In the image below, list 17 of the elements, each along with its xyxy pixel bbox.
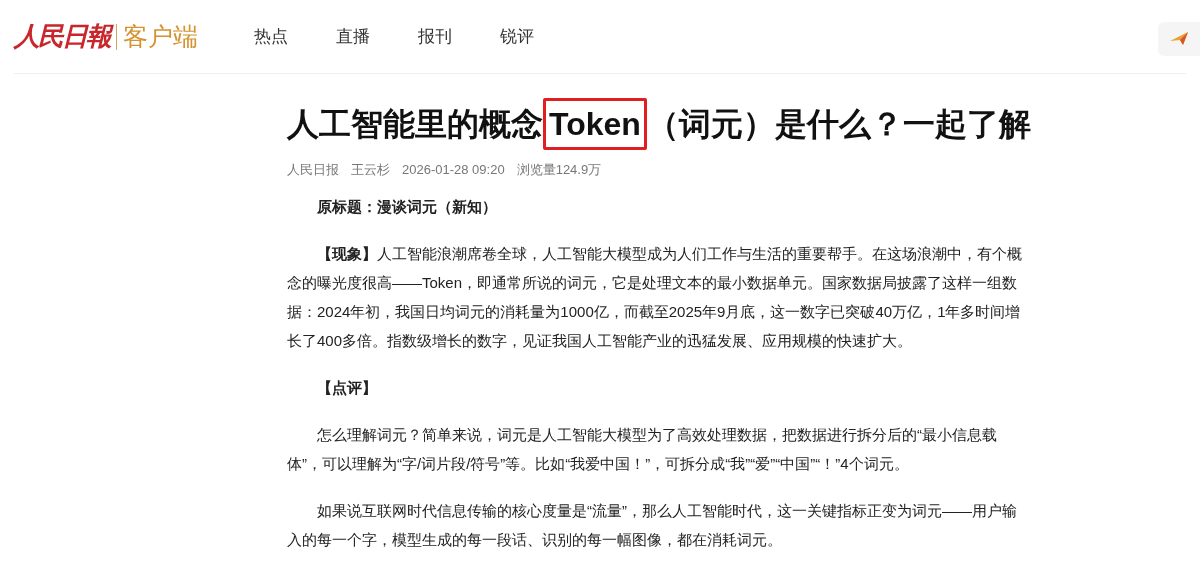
article-meta: 王云杉 [351,161,390,179]
paper-plane-icon [1170,31,1190,47]
nav-link[interactable]: 热点 [254,23,288,50]
section-heading: 【点评】 [316,377,378,398]
nav-link[interactable]: 报刊 [418,23,452,50]
article-meta: 2026-01-28 09:20 [402,161,505,179]
article-title: 人工智能里的概念 Token （词元）是什么？一起了解 [287,98,1031,150]
article-meta: 浏览量124.9万 [516,161,602,179]
paragraph: 如果说互联网时代信息传输的核心度量是“流量”，那么人工智能时代，这一关键指标正变为词元——用户输入的每一个字，模型生成的每一段话、识别的每一幅图像，都在消耗词元。 [287,500,1018,550]
paragraph: 怎么理解词元？简单来说，词元是人工智能大模型为了高效处理数据，把数据进行拆分后的“最小信息载体”，可以理解为“字/词片段/符号”等。比如“我爱中国！”，可拆分成“我”“爱”“中国”“！”4个词元。 [287,424,998,474]
nav-link[interactable]: 锐评 [500,23,534,50]
paragraph: 【现象】人工智能浪潮席卷全球，人工智能大模型成为人们工作与生活的重要帮手。在这场浪潮中，有个概念的曝光度很高——Token，即通常所说的词元，它是处理文本的最小数据单元。国家数据局披露了这样一组数据：2024年初，我国日均词元的消耗量为1000亿，而截至2025年9月底，这一数字已突破40万亿，1年多时间增长了400多倍。指数级增长的数字，见证我国人工智能产业的迅猛发展、应用规模的快速扩大。 [287,243,1023,351]
section-heading: 原标题：漫谈词元（新知） [316,196,498,217]
logo-suffix: 客户端 [123,20,198,52]
article-meta: 人民日报 [287,161,339,179]
nav-link[interactable]: 直播 [336,23,370,50]
share-button[interactable] [1158,22,1200,56]
